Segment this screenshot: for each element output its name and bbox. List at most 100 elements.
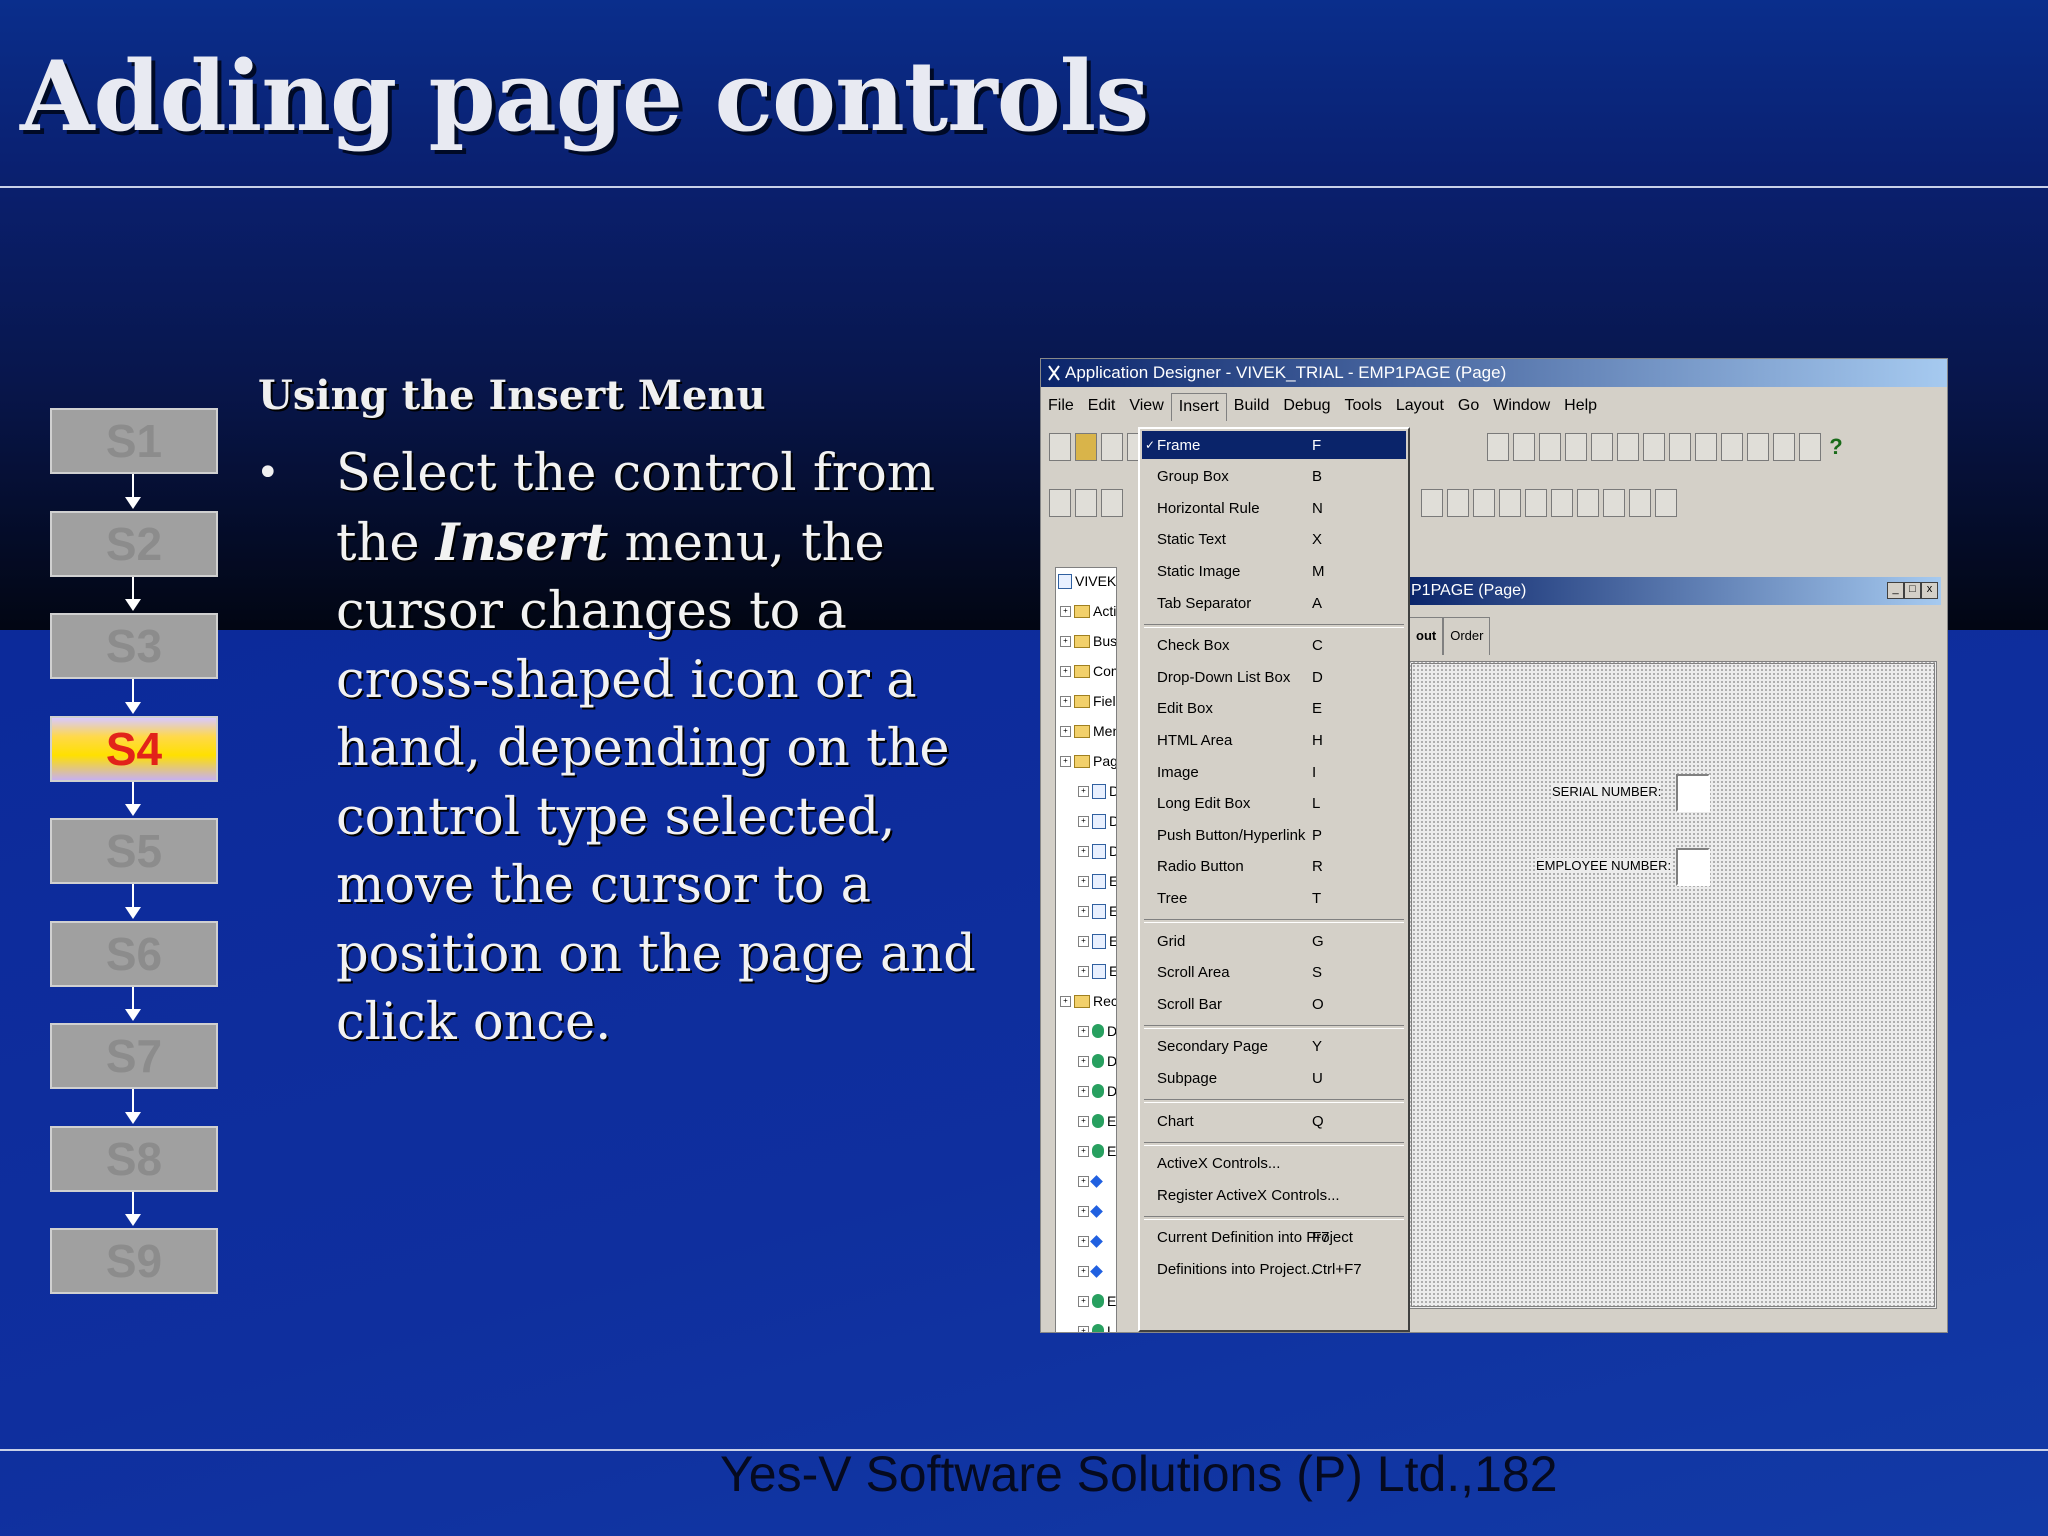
tree-node[interactable]: + Fields: [1060, 690, 1116, 712]
menu-item-push-button-hyperlink[interactable]: Push Button/Hyperlink P: [1142, 821, 1406, 849]
tree-node[interactable]: + Busines: [1060, 630, 1116, 652]
close-icon[interactable]: x: [1921, 582, 1938, 599]
expand-icon[interactable]: +: [1078, 935, 1089, 947]
tree-node[interactable]: + Activitie: [1060, 600, 1116, 622]
menu-item-scroll-bar[interactable]: Scroll Bar O: [1142, 990, 1406, 1018]
activex-icon[interactable]: [1629, 489, 1651, 517]
subpage-icon[interactable]: [1577, 489, 1599, 517]
menu-item-definitions-into-project[interactable]: Definitions into Project... Ctrl+F7: [1142, 1255, 1406, 1283]
scroll-area-icon[interactable]: [1499, 489, 1521, 517]
expand-icon[interactable]: +: [1078, 1145, 1089, 1157]
drop-down-tool-icon[interactable]: [1539, 433, 1561, 461]
menu-item-long-edit-box[interactable]: Long Edit Box L: [1142, 790, 1406, 818]
menu-tools[interactable]: Tools: [1338, 393, 1389, 421]
menu-view[interactable]: View: [1122, 393, 1170, 421]
tree-tool-icon[interactable]: [1643, 433, 1665, 461]
project-tree[interactable]: VIVEK_TRIA + Activitie + Busines + Compo + Field…: [1055, 567, 1117, 1332]
checkbox-tool-icon[interactable]: [1447, 489, 1469, 517]
long-edit-tool-icon[interactable]: [1565, 433, 1587, 461]
step-s7-button[interactable]: S7: [50, 1023, 218, 1089]
expand-icon[interactable]: +: [1078, 1205, 1089, 1217]
menu-item-chart[interactable]: Chart Q: [1142, 1107, 1406, 1135]
group-box-tool-icon[interactable]: [1075, 489, 1097, 517]
tree-node[interactable]: + DEF: [1078, 1080, 1116, 1102]
expand-icon[interactable]: +: [1078, 1025, 1089, 1037]
scroll-bar-icon[interactable]: [1525, 489, 1547, 517]
help-icon[interactable]: ?: [1825, 433, 1847, 461]
expand-icon[interactable]: +: [1078, 1115, 1089, 1127]
expand-icon[interactable]: +: [1060, 605, 1071, 617]
menu-item-html-area[interactable]: HTML Area H: [1142, 726, 1406, 754]
step-s2-button[interactable]: S2: [50, 510, 218, 577]
employee-number-field[interactable]: [1676, 848, 1710, 886]
align-left-icon[interactable]: [1669, 433, 1691, 461]
step-s8-button[interactable]: S8: [50, 1125, 218, 1192]
expand-icon[interactable]: +: [1078, 1055, 1089, 1067]
expand-icon[interactable]: +: [1060, 995, 1071, 1007]
expand-icon[interactable]: +: [1078, 845, 1089, 857]
tab-layout[interactable]: out: [1409, 617, 1444, 655]
tree-node[interactable]: + Menus: [1060, 720, 1116, 742]
expand-icon[interactable]: +: [1078, 1325, 1089, 1332]
menu-file[interactable]: File: [1041, 393, 1081, 421]
tree-node[interactable]: + DEF: [1078, 810, 1116, 832]
menu-item-tree[interactable]: Tree T: [1142, 884, 1406, 912]
static-image-tool-icon[interactable]: [1591, 433, 1613, 461]
expand-icon[interactable]: +: [1078, 1175, 1089, 1187]
open-icon[interactable]: [1075, 433, 1097, 461]
align-center-icon[interactable]: [1695, 433, 1717, 461]
menu-insert[interactable]: Insert: [1170, 393, 1227, 421]
menu-debug[interactable]: Debug: [1276, 393, 1337, 421]
edit-box-tool-icon[interactable]: [1513, 433, 1535, 461]
menu-item-check-box[interactable]: Check Box C: [1142, 632, 1406, 660]
menu-layout[interactable]: Layout: [1389, 393, 1451, 421]
tree-node[interactable]: + DEF: [1078, 1050, 1116, 1072]
menu-window[interactable]: Window: [1486, 393, 1557, 421]
align-middle-icon[interactable]: [1773, 433, 1795, 461]
menu-item-static-image[interactable]: Static Image M: [1142, 557, 1406, 585]
menu-item-image[interactable]: Image I: [1142, 758, 1406, 786]
menu-item-scroll-area[interactable]: Scroll Area S: [1142, 959, 1406, 987]
tree-node[interactable]: + EMI: [1078, 960, 1116, 982]
frame-tool-icon[interactable]: [1049, 489, 1071, 517]
menu-item-secondary-page[interactable]: Secondary Page Y: [1142, 1033, 1406, 1061]
align-bottom-icon[interactable]: [1799, 433, 1821, 461]
step-s1-button[interactable]: S1: [50, 408, 218, 474]
tree-node[interactable]: + Record: [1060, 990, 1116, 1012]
expand-icon[interactable]: +: [1078, 1235, 1089, 1247]
step-s4-button[interactable]: S4: [50, 715, 218, 782]
step-s6-button[interactable]: S6: [50, 920, 218, 987]
tree-node[interactable]: + EMI: [1078, 870, 1116, 892]
tree-node[interactable]: + DEF: [1078, 1020, 1116, 1042]
menu-item-activex-controls[interactable]: ActiveX Controls...: [1142, 1150, 1406, 1178]
menu-item-grid[interactable]: Grid G: [1142, 927, 1406, 955]
menu-item-static-text[interactable]: Static Text X: [1142, 526, 1406, 554]
menu-item-current-definition-into-project[interactable]: Current Definition into Project F7: [1142, 1224, 1406, 1252]
expand-icon[interactable]: +: [1060, 755, 1071, 767]
minimize-icon[interactable]: _: [1887, 582, 1904, 599]
menu-build[interactable]: Build: [1227, 393, 1277, 421]
push-button-tool-icon[interactable]: [1487, 433, 1509, 461]
tree-node[interactable]: + EMI: [1078, 930, 1116, 952]
tab-order[interactable]: Order: [1443, 617, 1491, 655]
expand-icon[interactable]: +: [1078, 875, 1089, 887]
menu-item-radio-button[interactable]: Radio Button R: [1142, 853, 1406, 881]
chart-icon[interactable]: [1603, 489, 1625, 517]
expand-icon[interactable]: +: [1078, 815, 1089, 827]
tree-node[interactable]: +: [1078, 1230, 1106, 1252]
grid-tool-icon[interactable]: [1617, 433, 1639, 461]
tree-node[interactable]: + EMI: [1078, 1110, 1116, 1132]
align-right-icon[interactable]: [1721, 433, 1743, 461]
expand-icon[interactable]: +: [1060, 695, 1071, 707]
expand-icon[interactable]: +: [1078, 1265, 1089, 1277]
tree-node[interactable]: +: [1078, 1170, 1106, 1192]
horizontal-rule-tool-icon[interactable]: [1101, 489, 1123, 517]
tree-node[interactable]: +: [1078, 1260, 1106, 1282]
tree-node[interactable]: + EMI: [1078, 900, 1116, 922]
page-canvas[interactable]: SERIAL NUMBER: EMPLOYEE NUMBER:: [1409, 661, 1937, 1309]
expand-icon[interactable]: +: [1060, 665, 1071, 677]
tree-node[interactable]: + EMI: [1078, 1140, 1116, 1162]
new-icon[interactable]: [1049, 433, 1071, 461]
radio-tool-icon[interactable]: [1421, 489, 1443, 517]
tree-node[interactable]: + DEF: [1078, 780, 1116, 802]
